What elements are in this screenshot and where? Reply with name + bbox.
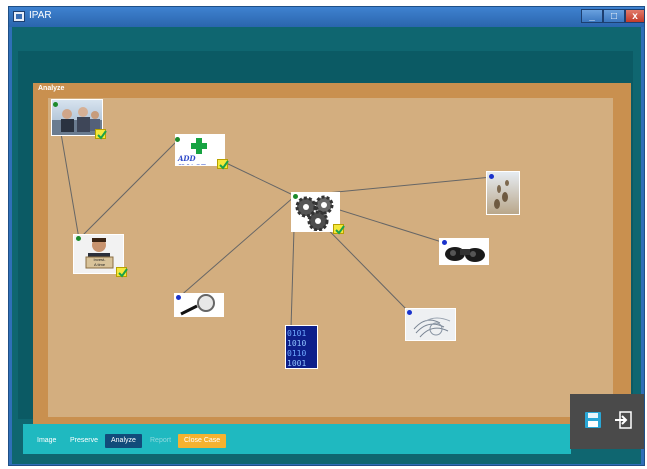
fingerprint-node[interactable] <box>405 308 456 341</box>
exit-icon[interactable] <box>614 411 632 429</box>
binary-code-image: 0101 1010 0110 1001 <box>287 329 306 368</box>
link-dot[interactable] <box>442 240 447 245</box>
add-image-node[interactable]: ADD IMAGE <box>175 134 229 170</box>
gears-node[interactable] <box>291 192 345 235</box>
link-dot[interactable] <box>175 137 180 142</box>
link-dot[interactable] <box>407 310 412 315</box>
app-window: IPAR _ □ x Analyze ADD Invest- A time 01… <box>8 6 645 466</box>
svg-text:1010: 1010 <box>287 339 306 348</box>
maximize-button[interactable]: □ <box>603 9 625 23</box>
binoculars-icon <box>445 247 485 262</box>
link-dot[interactable] <box>176 295 181 300</box>
content-area: Analyze ADD Invest- A time 0101 1010 011… <box>12 27 641 464</box>
bottom-toolbar: Image Preserve Analyze Report Close Case <box>23 424 571 454</box>
svg-text:0101: 0101 <box>287 329 306 338</box>
svg-text:1001: 1001 <box>287 359 306 368</box>
link-dot[interactable] <box>53 102 58 107</box>
link-dot[interactable] <box>489 174 494 179</box>
connection-line <box>177 195 296 299</box>
tab-report[interactable]: Report <box>150 434 171 448</box>
check-icon <box>95 129 107 140</box>
check-icon <box>116 267 128 278</box>
close-button[interactable]: x <box>625 9 645 23</box>
office-people-photo[interactable] <box>51 99 107 140</box>
action-bar <box>570 394 644 449</box>
window-title: IPAR <box>29 10 52 21</box>
minimize-button[interactable]: _ <box>581 9 603 23</box>
binoculars-node[interactable] <box>439 238 489 265</box>
floppy-disk-icon[interactable] <box>584 411 602 429</box>
panel-title: Analyze <box>38 85 65 92</box>
person-sign-node[interactable]: Invest- A time <box>73 234 128 278</box>
workspace: Analyze ADD Invest- A time 0101 1010 011… <box>18 51 633 428</box>
footprints-node[interactable] <box>486 171 520 215</box>
title-bar[interactable]: IPAR _ □ x <box>9 7 645 27</box>
close-case-button[interactable]: Close Case <box>178 434 227 448</box>
tab-image[interactable]: Image <box>37 434 56 448</box>
analyze-panel: Analyze ADD Invest- A time 0101 1010 011… <box>33 83 631 428</box>
tab-analyze[interactable]: Analyze <box>105 434 142 448</box>
svg-text:0110: 0110 <box>287 349 306 358</box>
link-dot[interactable] <box>76 236 81 241</box>
link-dot[interactable] <box>293 194 298 199</box>
app-icon <box>13 11 25 22</box>
sign-text: Invest- A time <box>93 257 106 267</box>
fingerprint-image <box>413 317 451 338</box>
magnifying-glass-node[interactable] <box>174 293 224 317</box>
tab-preserve[interactable]: Preserve <box>70 434 98 448</box>
check-icon <box>333 224 345 235</box>
connection-line <box>78 139 179 240</box>
magnifying-glass-icon <box>180 294 215 316</box>
check-icon <box>217 159 229 170</box>
binary-code-node[interactable]: 0101 1010 0110 1001 <box>285 325 318 369</box>
analysis-board[interactable]: ADD IMAGE <box>48 98 613 417</box>
connection-lines <box>55 103 493 329</box>
